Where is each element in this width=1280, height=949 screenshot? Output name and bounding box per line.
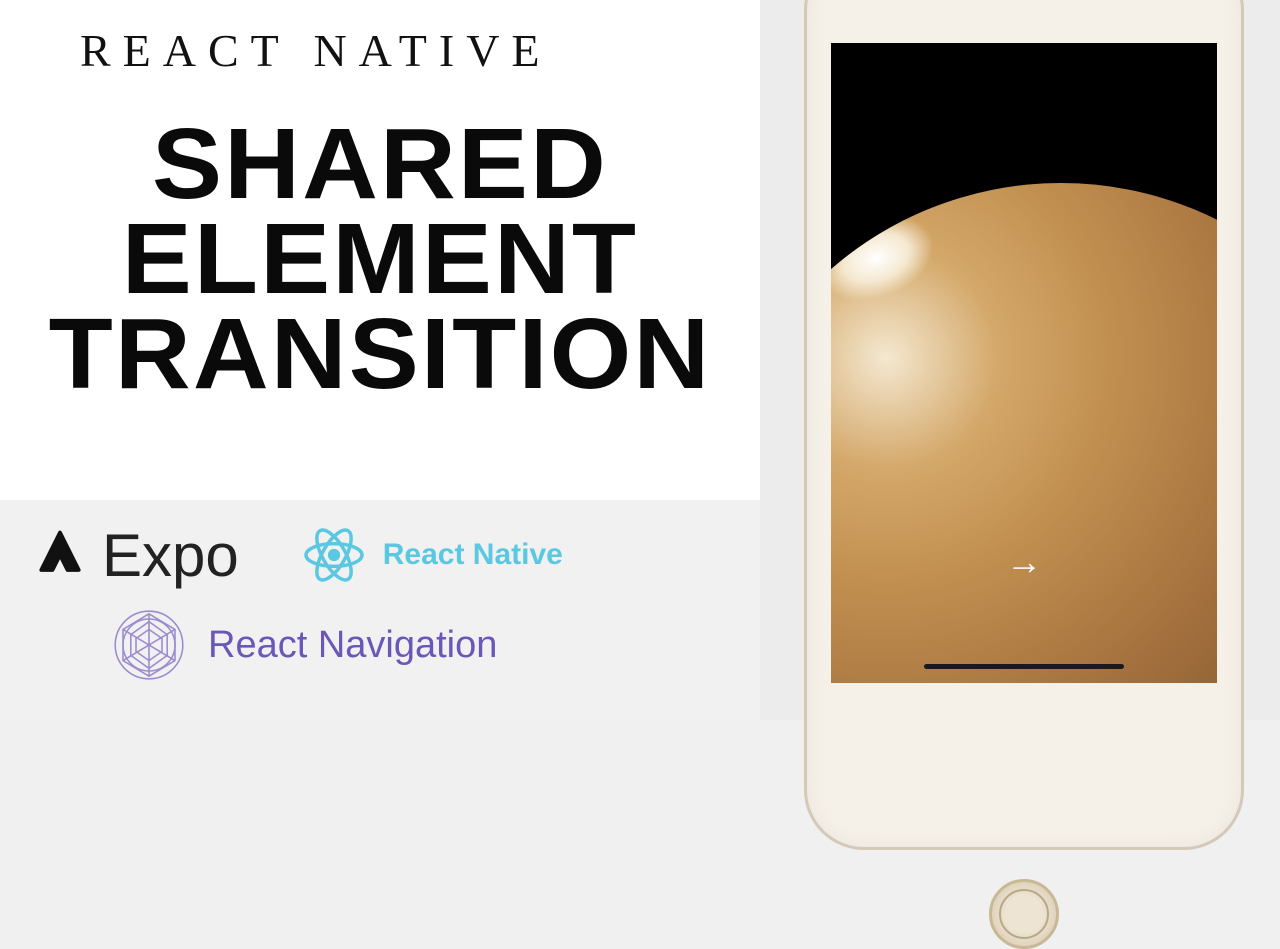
expo-label: Expo — [102, 521, 239, 590]
headline-line-1: SHARED — [13, 117, 748, 212]
react-navigation-label: React Navigation — [208, 624, 497, 667]
react-native-label: React Native — [383, 538, 563, 572]
headline-line-2: ELEMENT — [13, 212, 748, 307]
home-button-ring — [999, 889, 1049, 939]
planet-image — [831, 183, 1217, 683]
logos-panel: Expo React Native — [0, 500, 760, 720]
phone-mockup: → — [804, 0, 1244, 720]
home-button — [989, 879, 1059, 949]
headline: SHARED ELEMENT TRANSITION — [13, 117, 748, 402]
phone-screen: → — [831, 43, 1217, 683]
phone-body: → — [804, 0, 1244, 850]
headline-line-3: TRANSITION — [13, 307, 748, 402]
react-navigation-icon — [110, 606, 188, 684]
thumbnail-canvas: REACT NATIVE SHARED ELEMENT TRANSITION E… — [0, 0, 1280, 720]
react-navigation-logo: React Navigation — [110, 606, 730, 684]
react-native-logo: React Native — [299, 520, 563, 590]
text-panel: REACT NATIVE SHARED ELEMENT TRANSITION — [0, 0, 760, 500]
react-atom-icon — [299, 520, 369, 590]
arrow-right-icon: → — [1006, 541, 1042, 583]
expo-logo: Expo — [30, 521, 239, 590]
home-indicator — [924, 664, 1124, 669]
eyebrow-text: REACT NATIVE — [80, 24, 730, 77]
expo-icon — [30, 525, 90, 585]
logo-row-1: Expo React Native — [30, 520, 730, 590]
planet-highlight — [831, 200, 946, 316]
